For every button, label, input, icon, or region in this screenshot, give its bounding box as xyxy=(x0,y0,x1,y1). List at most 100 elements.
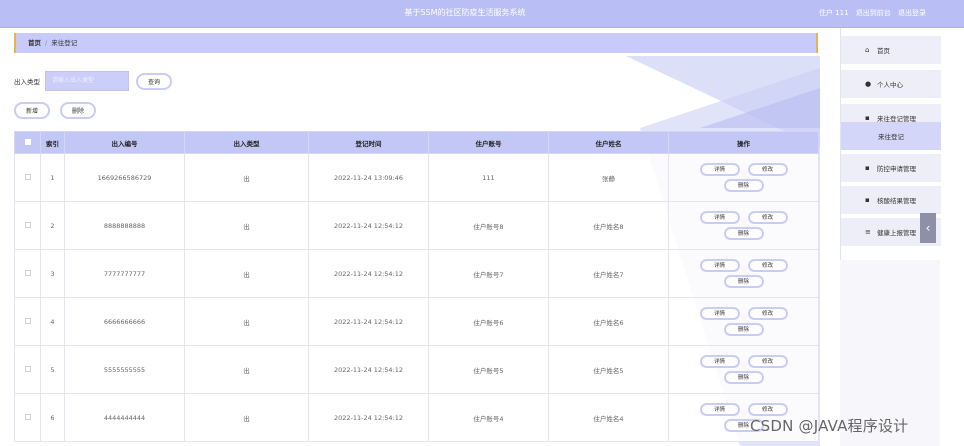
top-header: 基于SSM的社区防疫生活服务系统 住户 111 退出到前台 退出登录 xyxy=(0,0,964,28)
breadcrumb-current: 来往登记 xyxy=(51,39,78,47)
cell-time: 2022-11-24 12:54:12 xyxy=(308,249,429,298)
cell-time: 2022-11-24 12:54:12 xyxy=(308,297,429,346)
breadcrumb-separator: / xyxy=(45,39,48,47)
sidebar-item-label: 首页 xyxy=(877,47,890,55)
app-title: 基于SSM的社区防疫生活服务系统 xyxy=(404,8,526,17)
action-buttons: 新增 删除 xyxy=(14,102,106,119)
column-header: 操作 xyxy=(668,131,819,154)
breadcrumb-home[interactable]: 首页 xyxy=(28,39,41,47)
cell-type: 出 xyxy=(184,153,309,202)
sidebar-item-home[interactable]: ⌂ 首页 xyxy=(841,36,941,64)
sidebar-item-label: 来往登记 xyxy=(878,133,904,141)
edit-button[interactable]: 修改 xyxy=(747,211,788,224)
delete-button[interactable]: 删除 xyxy=(723,371,764,384)
edit-button[interactable]: 修改 xyxy=(747,259,788,272)
cell-name: 住户姓名5 xyxy=(548,345,669,394)
cell-index: 6 xyxy=(40,393,65,442)
breadcrumb: 首页 / 来往登记 xyxy=(14,33,818,53)
cell-type: 出 xyxy=(184,297,309,346)
cell-index: 1 xyxy=(40,153,65,202)
cell-name: 住户姓名4 xyxy=(548,393,669,442)
grid-icon: ▪ xyxy=(865,114,870,122)
batch-delete-button[interactable]: 删除 xyxy=(60,102,97,119)
table-row: 4 6666666666 出 2022-11-24 12:54:12 住户账号6… xyxy=(14,297,819,346)
cell-code: 6666666666 xyxy=(64,297,185,346)
detail-button[interactable]: 详情 xyxy=(699,163,740,176)
cell-account: 住户账号4 xyxy=(428,393,549,442)
cell-code: 1669266586729 xyxy=(64,153,185,202)
cell-account: 住户账号5 xyxy=(428,345,549,394)
data-table: 索引 出入编号 出入类型 登记时间 住户账号 住户姓名 操作 1 1669266… xyxy=(14,131,819,442)
cell-name: 张静 xyxy=(548,153,669,202)
cell-type: 出 xyxy=(184,345,309,394)
cell-actions: 详情 修改 删除 xyxy=(668,249,819,298)
cell-index: 5 xyxy=(40,345,65,394)
detail-button[interactable]: 详情 xyxy=(699,259,740,272)
row-checkbox[interactable] xyxy=(24,413,31,420)
cell-index: 2 xyxy=(40,201,65,250)
detail-button[interactable]: 详情 xyxy=(699,355,740,368)
cell-actions: 详情 修改 删除 xyxy=(668,153,819,202)
edit-button[interactable]: 修改 xyxy=(747,163,788,176)
delete-button[interactable]: 删除 xyxy=(723,323,764,336)
column-header: 登记时间 xyxy=(308,131,429,154)
menu-icon: ≡ xyxy=(865,228,871,236)
table-header-row: 索引 出入编号 出入类型 登记时间 住户账号 住户姓名 操作 xyxy=(14,131,819,154)
sidebar-item-label: 健康上报管理 xyxy=(877,229,916,237)
back-to-front-link[interactable]: 退出到前台 xyxy=(856,9,891,17)
cell-account: 111 xyxy=(428,153,549,202)
cell-name: 住户姓名7 xyxy=(548,249,669,298)
cell-name: 住户姓名8 xyxy=(548,201,669,250)
grid-icon: ▪ xyxy=(865,196,870,204)
column-header: 索引 xyxy=(40,131,65,154)
cell-account: 住户账号7 xyxy=(428,249,549,298)
sidebar-item-profile[interactable]: ● 个人中心 xyxy=(841,70,941,98)
cell-code: 4444444444 xyxy=(64,393,185,442)
cell-type: 出 xyxy=(184,393,309,442)
search-button[interactable]: 查询 xyxy=(136,72,173,90)
cell-actions: 详情 修改 删除 xyxy=(668,201,819,250)
cell-index: 4 xyxy=(40,297,65,346)
user-icon: ● xyxy=(865,80,872,88)
edit-button[interactable]: 修改 xyxy=(747,355,788,368)
edit-button[interactable]: 修改 xyxy=(747,307,788,320)
cell-code: 7777777777 xyxy=(64,249,185,298)
row-checkbox[interactable] xyxy=(24,173,31,180)
cell-time: 2022-11-24 13:09:46 xyxy=(308,153,429,202)
search-input[interactable]: 请输入出入类型 xyxy=(45,71,129,91)
cell-actions: 详情 修改 删除 xyxy=(668,297,819,346)
row-checkbox[interactable] xyxy=(24,365,31,372)
main-content: 首页 / 来往登记 出入类型 请输入出入类型 查询 新增 删除 索引 出入编号 出入… xyxy=(0,28,840,446)
sidebar-item-nucleic-results[interactable]: ▪ 核酸结果管理 xyxy=(841,186,941,214)
sidebar-item-prevention-apply[interactable]: ▪ 防控申请管理 xyxy=(841,154,941,182)
sidebar-subitem-visit-register[interactable]: 来往登记 xyxy=(841,122,941,150)
row-checkbox[interactable] xyxy=(24,221,31,228)
add-button[interactable]: 新增 xyxy=(14,102,51,119)
cell-account: 住户账号6 xyxy=(428,297,549,346)
logout-link[interactable]: 退出登录 xyxy=(898,9,926,17)
delete-button[interactable]: 删除 xyxy=(723,227,764,240)
table-row: 3 7777777777 出 2022-11-24 12:54:12 住户账号7… xyxy=(14,249,819,298)
search-label: 出入类型 xyxy=(14,78,40,86)
select-all-cell[interactable] xyxy=(14,131,41,154)
select-all-checkbox[interactable] xyxy=(24,138,31,145)
detail-button[interactable]: 详情 xyxy=(699,307,740,320)
table-row: 2 8888888888 出 2022-11-24 12:54:12 住户账号8… xyxy=(14,201,819,250)
cell-actions: 详情 修改 删除 xyxy=(668,345,819,394)
table-row: 6 4444444444 出 2022-11-24 12:54:12 住户账号4… xyxy=(14,393,819,442)
row-checkbox[interactable] xyxy=(24,269,31,276)
cell-type: 出 xyxy=(184,249,309,298)
detail-button[interactable]: 详情 xyxy=(699,211,740,224)
row-checkbox[interactable] xyxy=(24,317,31,324)
delete-button[interactable]: 删除 xyxy=(723,275,764,288)
cell-code: 5555555555 xyxy=(64,345,185,394)
current-user: 住户 111 xyxy=(818,9,849,17)
search-bar: 出入类型 请输入出入类型 查询 xyxy=(14,71,173,91)
header-user-area: 住户 111 退出到前台 退出登录 xyxy=(814,0,926,28)
home-icon: ⌂ xyxy=(865,46,870,54)
sidebar-item-label: 个人中心 xyxy=(877,81,903,89)
collapse-arrow-icon[interactable]: ‹ xyxy=(920,213,936,243)
delete-button[interactable]: 删除 xyxy=(723,179,764,192)
cell-time: 2022-11-24 12:54:12 xyxy=(308,393,429,442)
detail-button[interactable]: 详情 xyxy=(699,403,740,416)
